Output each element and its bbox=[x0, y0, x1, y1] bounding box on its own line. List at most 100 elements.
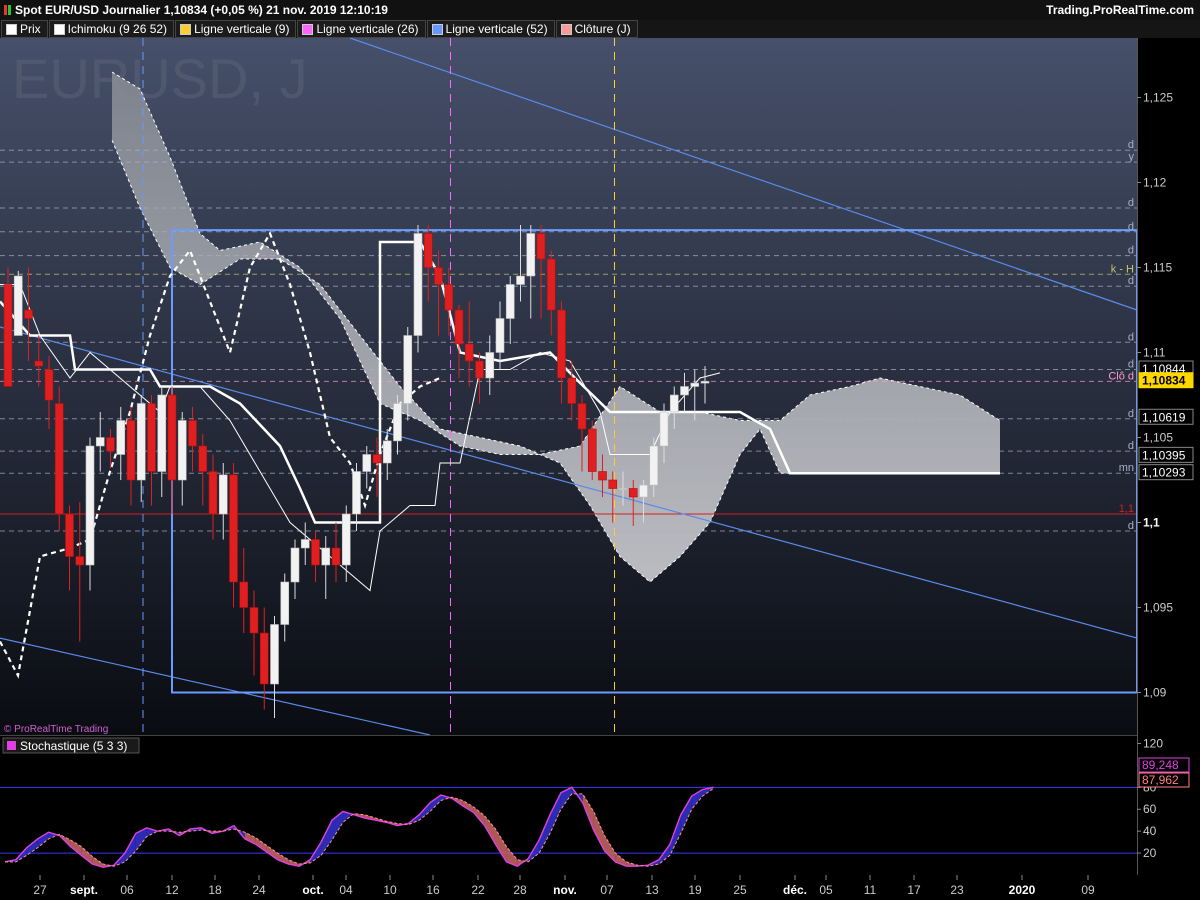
stoch-swatch bbox=[7, 741, 16, 750]
candle-body bbox=[259, 632, 269, 685]
candle-body bbox=[669, 394, 679, 413]
x-tick-label: 24 bbox=[252, 883, 266, 897]
level-tag: 1,1 bbox=[1119, 503, 1134, 515]
candle-body bbox=[321, 547, 331, 566]
candle-body bbox=[44, 369, 54, 401]
y-tick-label: 1,115 bbox=[1143, 261, 1172, 275]
candle-body bbox=[577, 403, 587, 430]
candle-body bbox=[116, 420, 126, 455]
candle-body bbox=[495, 318, 505, 353]
candle-body bbox=[700, 381, 710, 384]
candle-body bbox=[454, 309, 464, 345]
level-tag: Clô d bbox=[1108, 370, 1134, 382]
legend-label: Ligne verticale (52) bbox=[445, 22, 548, 36]
candle-body bbox=[352, 471, 361, 515]
candle-body bbox=[618, 488, 628, 490]
candle-body bbox=[300, 539, 310, 549]
candle-body bbox=[208, 471, 218, 515]
candle-body bbox=[567, 377, 577, 404]
candle-body bbox=[34, 360, 44, 367]
y-tick-label: 1,11 bbox=[1143, 346, 1166, 360]
stoch-value-label: 87,962 bbox=[1142, 773, 1179, 787]
legend-item[interactable]: Clôture (J) bbox=[555, 20, 638, 38]
candle-body bbox=[557, 309, 566, 379]
price-chart[interactable]: EURUSD, J dydddk - HdddClô dddmn1,1d 1,1… bbox=[0, 38, 1200, 900]
price-box-label: 1,10395 bbox=[1142, 448, 1186, 462]
x-tick-label: 07 bbox=[600, 883, 614, 897]
candle-body bbox=[54, 403, 64, 515]
candle-body bbox=[659, 411, 669, 447]
candle-body bbox=[444, 284, 454, 311]
level-tag: d bbox=[1128, 520, 1134, 532]
candle-body bbox=[24, 309, 33, 319]
x-tick-label: 13 bbox=[645, 883, 659, 897]
x-tick-label: 12 bbox=[165, 883, 179, 897]
candle-body bbox=[362, 454, 372, 472]
level-tag: d bbox=[1128, 139, 1134, 151]
x-tick-label: nov. bbox=[553, 883, 577, 897]
legend-item[interactable]: Ligne verticale (52) bbox=[426, 20, 555, 38]
stoch-title: Stochastique (5 3 3) bbox=[20, 739, 127, 753]
price-box-label: 1,10834 bbox=[1142, 374, 1186, 388]
x-tick-label: 19 bbox=[688, 883, 702, 897]
legend-swatch bbox=[302, 23, 314, 35]
candle-body bbox=[177, 420, 187, 481]
candle-body bbox=[280, 581, 290, 625]
legend-label: Ligne verticale (9) bbox=[194, 22, 290, 36]
candle-body bbox=[270, 624, 279, 685]
legend-swatch bbox=[560, 23, 572, 35]
candle-body bbox=[505, 284, 515, 319]
candle-body bbox=[382, 440, 392, 464]
x-tick-label: déc. bbox=[783, 883, 807, 897]
x-tick-label: 06 bbox=[120, 883, 134, 897]
level-tag: d bbox=[1128, 275, 1134, 287]
candle-body bbox=[649, 445, 659, 486]
credit-text: © ProRealTime Trading bbox=[4, 724, 108, 735]
legend-swatch bbox=[431, 23, 443, 35]
candle-body bbox=[157, 394, 167, 472]
level-tag: d bbox=[1128, 331, 1134, 343]
x-tick-label: 25 bbox=[733, 883, 747, 897]
candle-body bbox=[331, 547, 341, 566]
candle-body bbox=[628, 488, 638, 498]
level-tag: d bbox=[1128, 408, 1134, 420]
legend-item[interactable]: Ichimoku (9 26 52) bbox=[48, 20, 175, 38]
x-tick-label: 28 bbox=[513, 883, 527, 897]
candle-body bbox=[475, 360, 484, 379]
candle-body bbox=[65, 513, 74, 557]
chart-type-icon bbox=[4, 5, 11, 15]
level-tag: d bbox=[1128, 245, 1134, 257]
price-box-label: 1,10619 bbox=[1142, 410, 1186, 424]
stochastic-panel-background bbox=[0, 735, 1137, 875]
candle-body bbox=[403, 335, 413, 404]
legend-item[interactable]: Ligne verticale (26) bbox=[297, 20, 426, 38]
legend-swatch bbox=[6, 23, 17, 35]
y-tick-label: 1,09 bbox=[1143, 686, 1167, 700]
level-tag: k - H bbox=[1111, 263, 1134, 275]
legend-label: Prix bbox=[20, 22, 41, 36]
candle-body bbox=[393, 403, 402, 442]
candle-body bbox=[434, 267, 443, 285]
legend-swatch bbox=[53, 23, 65, 35]
legend-label: Ligne verticale (26) bbox=[316, 22, 419, 36]
legend-item[interactable]: Ligne verticale (9) bbox=[175, 20, 297, 38]
site-name[interactable]: Trading.ProRealTime.com bbox=[1046, 3, 1194, 17]
candle-body bbox=[536, 233, 546, 260]
candle-body bbox=[690, 382, 700, 387]
candle-body bbox=[464, 343, 474, 362]
level-tag: d bbox=[1128, 359, 1134, 371]
level-tag: mn bbox=[1119, 462, 1134, 474]
x-tick-label: 11 bbox=[864, 883, 877, 897]
legend-item[interactable]: Prix bbox=[1, 20, 48, 38]
x-tick-label: 09 bbox=[1081, 883, 1095, 897]
x-tick-label: 22 bbox=[471, 883, 485, 897]
stoch-tick-label: 120 bbox=[1143, 736, 1163, 750]
x-tick-label: 18 bbox=[208, 883, 222, 897]
candle-body bbox=[413, 233, 423, 336]
x-tick-label: 2020 bbox=[1009, 883, 1036, 897]
candle-body bbox=[311, 539, 320, 566]
candle-body bbox=[423, 233, 433, 268]
y-tick-label: 1,095 bbox=[1143, 601, 1173, 615]
level-tag: d bbox=[1128, 197, 1134, 209]
x-tick-label: 17 bbox=[907, 883, 921, 897]
